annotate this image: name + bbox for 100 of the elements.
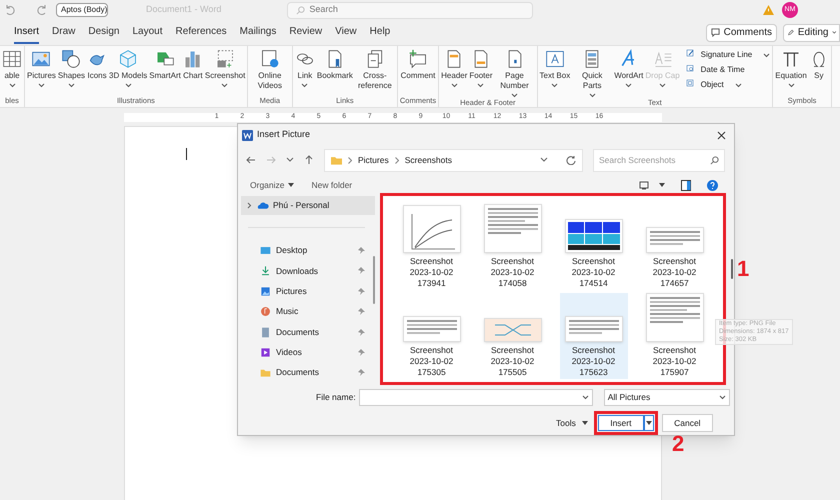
- chevron-down-icon[interactable]: [540, 157, 548, 163]
- new-folder-button[interactable]: New folder: [312, 178, 352, 192]
- ribbon-button[interactable]: Chart: [182, 49, 203, 96]
- nav-item[interactable]: Phú - Personal: [241, 196, 375, 216]
- ribbon-button[interactable]: Shapes: [58, 49, 86, 96]
- ribbon-tab[interactable]: Design: [88, 21, 120, 44]
- file-name: Screenshot 2023-10-02 175505: [490, 345, 534, 377]
- file-item[interactable]: Screenshot 2023-10-02 174657: [640, 204, 708, 290]
- cancel-button[interactable]: Cancel: [662, 414, 713, 432]
- ribbon-button[interactable]: able: [2, 49, 22, 96]
- pin-icon[interactable]: [358, 308, 365, 316]
- file-item[interactable]: Screenshot 2023-10-02 175505: [478, 293, 546, 379]
- scrollbar[interactable]: [373, 256, 375, 304]
- up-arrow-icon[interactable]: [304, 155, 314, 165]
- annotation-number: 1: [737, 255, 750, 283]
- address-bar[interactable]: Pictures Screenshots: [324, 148, 583, 172]
- ribbon-button[interactable]: Link: [294, 49, 315, 96]
- preview-pane-icon[interactable]: [681, 180, 691, 190]
- insert-button[interactable]: Insert: [598, 415, 644, 431]
- nav-item[interactable]: Documents: [238, 322, 375, 342]
- pin-icon[interactable]: [358, 348, 365, 356]
- scrollbar[interactable]: [731, 259, 733, 279]
- ribbon-button[interactable]: Header: [441, 49, 468, 98]
- file-item[interactable]: Screenshot 2023-10-02 174514: [560, 204, 628, 290]
- ribbon-button[interactable]: 3D Models: [109, 49, 148, 96]
- file-name-field[interactable]: [358, 389, 593, 406]
- pin-icon[interactable]: [358, 247, 365, 254]
- back-icon[interactable]: [246, 155, 256, 165]
- nav-item[interactable]: Music: [238, 302, 375, 322]
- nav-item[interactable]: Documents: [238, 362, 375, 383]
- ribbon-button[interactable]: Date & Time: [686, 64, 770, 76]
- chevron-down-icon[interactable]: [286, 157, 294, 163]
- ribbon-tab[interactable]: Review: [289, 21, 322, 44]
- view-icon[interactable]: [639, 180, 649, 190]
- folder-icon: [260, 367, 271, 378]
- search-field[interactable]: Search: [287, 2, 534, 18]
- ribbon-button[interactable]: Signature Line: [686, 49, 770, 61]
- pin-icon[interactable]: [358, 288, 365, 295]
- search-icon: [296, 6, 306, 14]
- ribbon-button[interactable]: Bookmark: [316, 49, 353, 96]
- ribbon-tab[interactable]: Mailings: [240, 21, 276, 44]
- undo-icon[interactable]: [4, 4, 16, 16]
- insert-dropdown-button[interactable]: [644, 415, 654, 431]
- ribbon-tab[interactable]: Help: [370, 21, 390, 44]
- nav-item[interactable]: Pictures: [238, 281, 375, 302]
- nav-item[interactable]: Desktop: [238, 240, 375, 261]
- ribbon-button[interactable]: Cross-reference: [354, 49, 395, 96]
- comments-button[interactable]: Comments: [706, 24, 777, 42]
- refresh-icon[interactable]: [566, 155, 576, 165]
- file-item[interactable]: Screenshot 2023-10-02 174058: [478, 204, 546, 290]
- ribbon-button[interactable]: Quick Parts: [572, 49, 612, 98]
- caret-icon: [582, 395, 589, 400]
- pin-icon[interactable]: [358, 267, 365, 274]
- ribbon-button[interactable]: Online Videos: [250, 49, 290, 96]
- pencil-icon: [788, 28, 794, 37]
- font-dropdown[interactable]: Aptos (Body): [56, 3, 108, 17]
- ribbon-tab[interactable]: Layout: [132, 21, 163, 44]
- warning-icon[interactable]: [763, 5, 774, 15]
- file-item[interactable]: Screenshot 2023-10-02 175907: [640, 293, 708, 379]
- ribbon-button[interactable]: WordArt: [614, 49, 644, 98]
- ribbon-button[interactable]: Screenshot: [204, 49, 245, 96]
- cube-icon: [118, 49, 138, 69]
- file-item[interactable]: Screenshot 2023-10-02 173941: [398, 204, 466, 290]
- breadcrumb-item[interactable]: Screenshots: [404, 154, 452, 166]
- redo-icon[interactable]: [36, 4, 48, 16]
- breadcrumb-item[interactable]: Pictures: [358, 154, 389, 166]
- file-type-dropdown[interactable]: All Pictures: [604, 389, 730, 406]
- file-item[interactable]: Screenshot 2023-10-02 175305: [398, 293, 466, 379]
- ribbon-button[interactable]: Page Number: [494, 49, 535, 98]
- editing-button[interactable]: Editing: [783, 24, 840, 42]
- videos-icon: [260, 346, 271, 358]
- pin-icon[interactable]: [358, 328, 365, 336]
- ribbon-button[interactable]: Object: [686, 79, 770, 91]
- expand-chevron-icon[interactable]: [247, 202, 252, 210]
- close-icon[interactable]: [717, 130, 726, 140]
- ribbon-button[interactable]: Icons: [87, 49, 108, 96]
- help-icon[interactable]: [707, 180, 718, 190]
- ribbon-button[interactable]: Equation: [775, 49, 807, 96]
- ribbon-button[interactable]: Pictures: [27, 49, 56, 96]
- ribbon-button[interactable]: Comment: [400, 49, 436, 96]
- nav-item[interactable]: Videos: [238, 342, 375, 363]
- text-box-icon: [544, 49, 565, 69]
- text-cursor: [186, 148, 187, 160]
- file-name: Screenshot 2023-10-02 175623: [572, 345, 616, 377]
- ribbon-button[interactable]: Footer: [469, 49, 493, 98]
- forward-icon[interactable]: [266, 155, 276, 165]
- tools-button[interactable]: Tools: [556, 416, 588, 430]
- ribbon-button[interactable]: Sy: [808, 49, 829, 96]
- ribbon-button[interactable]: Text Box: [540, 49, 570, 98]
- picture-icon: [31, 49, 52, 69]
- nav-item[interactable]: Downloads: [238, 260, 375, 282]
- ribbon-tab[interactable]: References: [176, 21, 227, 44]
- annotation-number: 2: [672, 430, 684, 458]
- ribbon-tab[interactable]: View: [335, 21, 357, 44]
- ribbon-button[interactable]: SmartArt: [149, 49, 181, 96]
- document-thumbnail: [646, 293, 704, 342]
- ribbon-tab[interactable]: Draw: [52, 21, 76, 44]
- organize-button[interactable]: Organize: [250, 178, 294, 192]
- file-item[interactable]: Screenshot 2023-10-02 175623: [560, 293, 628, 379]
- pin-icon[interactable]: [358, 369, 365, 376]
